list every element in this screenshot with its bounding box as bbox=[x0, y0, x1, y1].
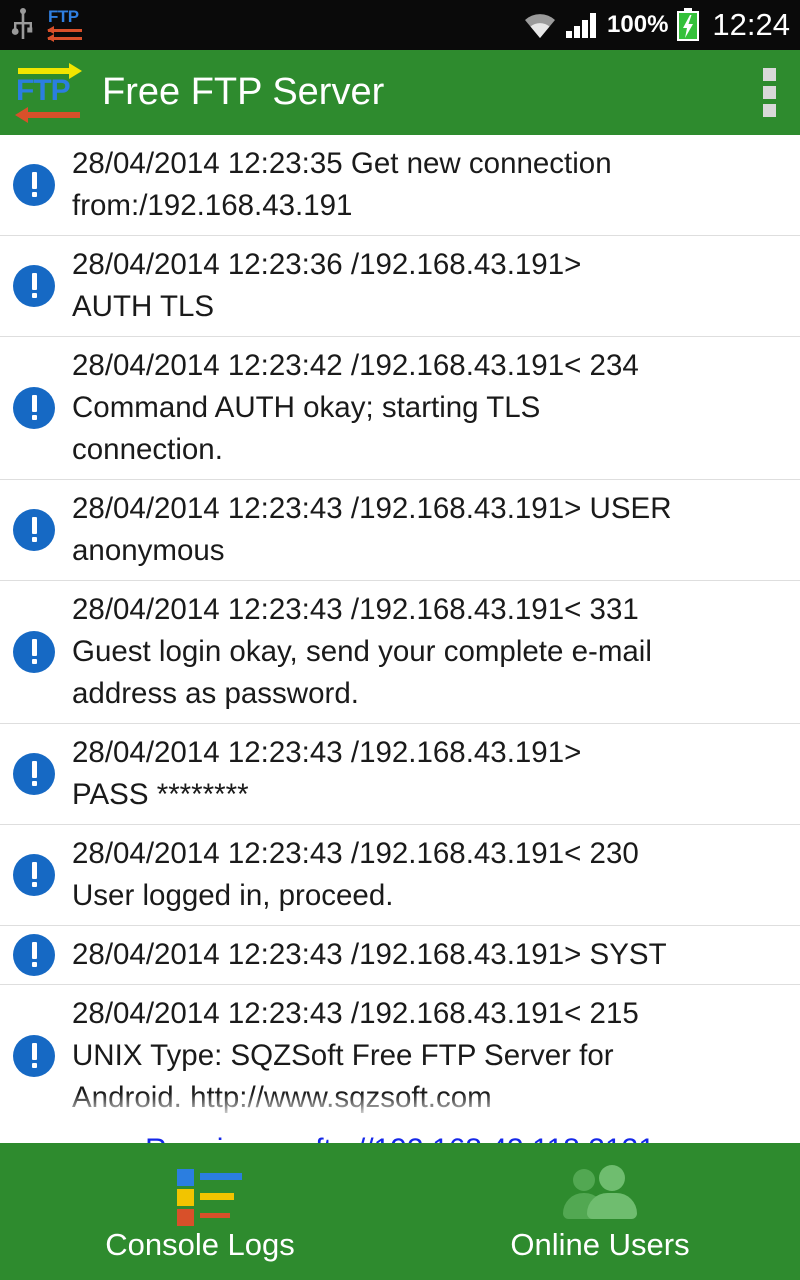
list-item[interactable]: 28/04/2014 12:23:43 /192.168.43.191< 331… bbox=[0, 581, 800, 724]
info-icon bbox=[13, 387, 55, 429]
info-icon bbox=[13, 753, 55, 795]
log-line: User logged in, proceed. bbox=[72, 875, 639, 917]
console-icon-square-yellow bbox=[177, 1189, 194, 1206]
log-line: PASS ******** bbox=[72, 774, 581, 816]
ftp-notification-icon: FTP bbox=[46, 7, 98, 43]
list-item[interactable]: 28/04/2014 12:23:43 /192.168.43.191> USE… bbox=[0, 480, 800, 581]
log-icon-cell bbox=[8, 854, 60, 896]
info-icon bbox=[13, 509, 55, 551]
log-line: address as password. bbox=[72, 673, 652, 715]
clock-label: 12:24 bbox=[712, 7, 790, 43]
log-line: 28/04/2014 12:23:43 /192.168.43.191< 331 bbox=[72, 589, 652, 631]
status-bar-left: FTP bbox=[10, 7, 523, 43]
ftp-arrow-2 bbox=[48, 37, 82, 40]
log-line: AUTH TLS bbox=[72, 286, 581, 328]
log-text: 28/04/2014 12:23:43 /192.168.43.191< 215… bbox=[60, 993, 639, 1119]
log-text: 28/04/2014 12:23:43 /192.168.43.191< 331… bbox=[60, 589, 652, 715]
app-logo-label: FTP bbox=[16, 74, 70, 108]
log-line: 28/04/2014 12:23:43 /192.168.43.191> bbox=[72, 732, 581, 774]
log-icon-cell bbox=[8, 164, 60, 206]
tab-console-logs[interactable]: Console Logs bbox=[0, 1143, 400, 1280]
info-icon bbox=[13, 164, 55, 206]
log-text: 28/04/2014 12:23:43 /192.168.43.191> SYS… bbox=[60, 934, 667, 976]
log-line: UNIX Type: SQZSoft Free FTP Server for bbox=[72, 1035, 639, 1077]
log-icon-cell bbox=[8, 387, 60, 429]
list-item[interactable]: 28/04/2014 12:23:36 /192.168.43.191> AUT… bbox=[0, 236, 800, 337]
log-icon-cell bbox=[8, 265, 60, 307]
list-item[interactable]: 28/04/2014 12:23:43 /192.168.43.191< 230… bbox=[0, 825, 800, 926]
overflow-dot-3 bbox=[763, 104, 776, 117]
console-log-list[interactable]: 28/04/2014 12:23:35 Get new connection f… bbox=[0, 135, 800, 1127]
log-text: 28/04/2014 12:23:43 /192.168.43.191> USE… bbox=[60, 488, 672, 572]
bottom-tab-bar: Console Logs Online Users bbox=[0, 1143, 800, 1280]
console-icon-square-red bbox=[177, 1209, 194, 1226]
page-title: Free FTP Server bbox=[102, 71, 752, 114]
tab-console-logs-label: Console Logs bbox=[105, 1227, 295, 1263]
list-item[interactable]: 28/04/2014 12:23:43 /192.168.43.191> PAS… bbox=[0, 724, 800, 825]
app-logo-icon: FTP bbox=[12, 60, 88, 126]
wifi-icon bbox=[523, 11, 557, 39]
online-users-icon bbox=[555, 1161, 645, 1223]
log-line: from:/192.168.43.191 bbox=[72, 185, 612, 227]
console-icon-line-blue bbox=[200, 1173, 242, 1180]
info-icon bbox=[13, 631, 55, 673]
log-text: 28/04/2014 12:23:35 Get new connection f… bbox=[60, 143, 612, 227]
log-text: 28/04/2014 12:23:36 /192.168.43.191> AUT… bbox=[60, 244, 581, 328]
log-text: 28/04/2014 12:23:43 /192.168.43.191< 230… bbox=[60, 833, 639, 917]
info-icon bbox=[13, 854, 55, 896]
battery-charging-icon bbox=[676, 8, 700, 42]
log-line: 28/04/2014 12:23:42 /192.168.43.191< 234 bbox=[72, 345, 639, 387]
log-line: 28/04/2014 12:23:36 /192.168.43.191> bbox=[72, 244, 581, 286]
log-icon-cell bbox=[8, 753, 60, 795]
log-line: 28/04/2014 12:23:35 Get new connection bbox=[72, 143, 612, 185]
battery-percent-label: 100% bbox=[607, 11, 668, 39]
status-bar: FTP 100% bbox=[0, 0, 800, 50]
usb-icon bbox=[10, 8, 36, 42]
console-icon-line-yellow bbox=[200, 1193, 234, 1200]
console-icon-square-blue bbox=[177, 1169, 194, 1186]
ftp-arrow-1 bbox=[48, 29, 82, 32]
log-text: 28/04/2014 12:23:43 /192.168.43.191> PAS… bbox=[60, 732, 581, 816]
status-bar-right: 100% 12:24 bbox=[523, 7, 790, 43]
log-line: Guest login okay, send your complete e-m… bbox=[72, 631, 652, 673]
cell-signal-icon bbox=[565, 11, 599, 39]
log-line: 28/04/2014 12:23:43 /192.168.43.191> USE… bbox=[72, 488, 672, 530]
info-icon bbox=[13, 265, 55, 307]
info-icon bbox=[13, 934, 55, 976]
users-icon-head-front bbox=[599, 1165, 625, 1191]
overflow-dot-2 bbox=[763, 86, 776, 99]
list-item[interactable]: 28/04/2014 12:23:42 /192.168.43.191< 234… bbox=[0, 337, 800, 480]
console-logs-icon bbox=[155, 1161, 245, 1223]
ftp-notification-label: FTP bbox=[48, 7, 79, 27]
log-line: anonymous bbox=[72, 530, 672, 572]
overflow-dot-1 bbox=[763, 68, 776, 81]
list-item[interactable]: 28/04/2014 12:23:43 /192.168.43.191< 215… bbox=[0, 985, 800, 1127]
list-item[interactable]: 28/04/2014 12:23:43 /192.168.43.191> SYS… bbox=[0, 926, 800, 985]
console-icon-line-red bbox=[200, 1213, 230, 1218]
log-icon-cell bbox=[8, 509, 60, 551]
app-bar: FTP Free FTP Server bbox=[0, 50, 800, 135]
tab-online-users-label: Online Users bbox=[510, 1227, 689, 1263]
log-line: 28/04/2014 12:23:43 /192.168.43.191< 230 bbox=[72, 833, 639, 875]
list-item[interactable]: 28/04/2014 12:23:35 Get new connection f… bbox=[0, 135, 800, 236]
log-line: Command AUTH okay; starting TLS bbox=[72, 387, 639, 429]
logo-arrow-down bbox=[28, 112, 80, 118]
log-line: Android. http://www.sqzsoft.com bbox=[72, 1077, 639, 1119]
tab-online-users[interactable]: Online Users bbox=[400, 1143, 800, 1280]
log-line: 28/04/2014 12:23:43 /192.168.43.191> SYS… bbox=[72, 934, 667, 976]
info-icon bbox=[13, 1035, 55, 1077]
log-icon-cell bbox=[8, 631, 60, 673]
users-icon-body-front bbox=[587, 1193, 637, 1219]
users-icon-head-back bbox=[573, 1169, 595, 1191]
log-text: 28/04/2014 12:23:42 /192.168.43.191< 234… bbox=[60, 345, 639, 471]
overflow-menu-icon[interactable] bbox=[752, 63, 786, 123]
log-icon-cell bbox=[8, 1035, 60, 1077]
log-line: 28/04/2014 12:23:43 /192.168.43.191< 215 bbox=[72, 993, 639, 1035]
log-line: connection. bbox=[72, 429, 639, 471]
log-icon-cell bbox=[8, 934, 60, 976]
